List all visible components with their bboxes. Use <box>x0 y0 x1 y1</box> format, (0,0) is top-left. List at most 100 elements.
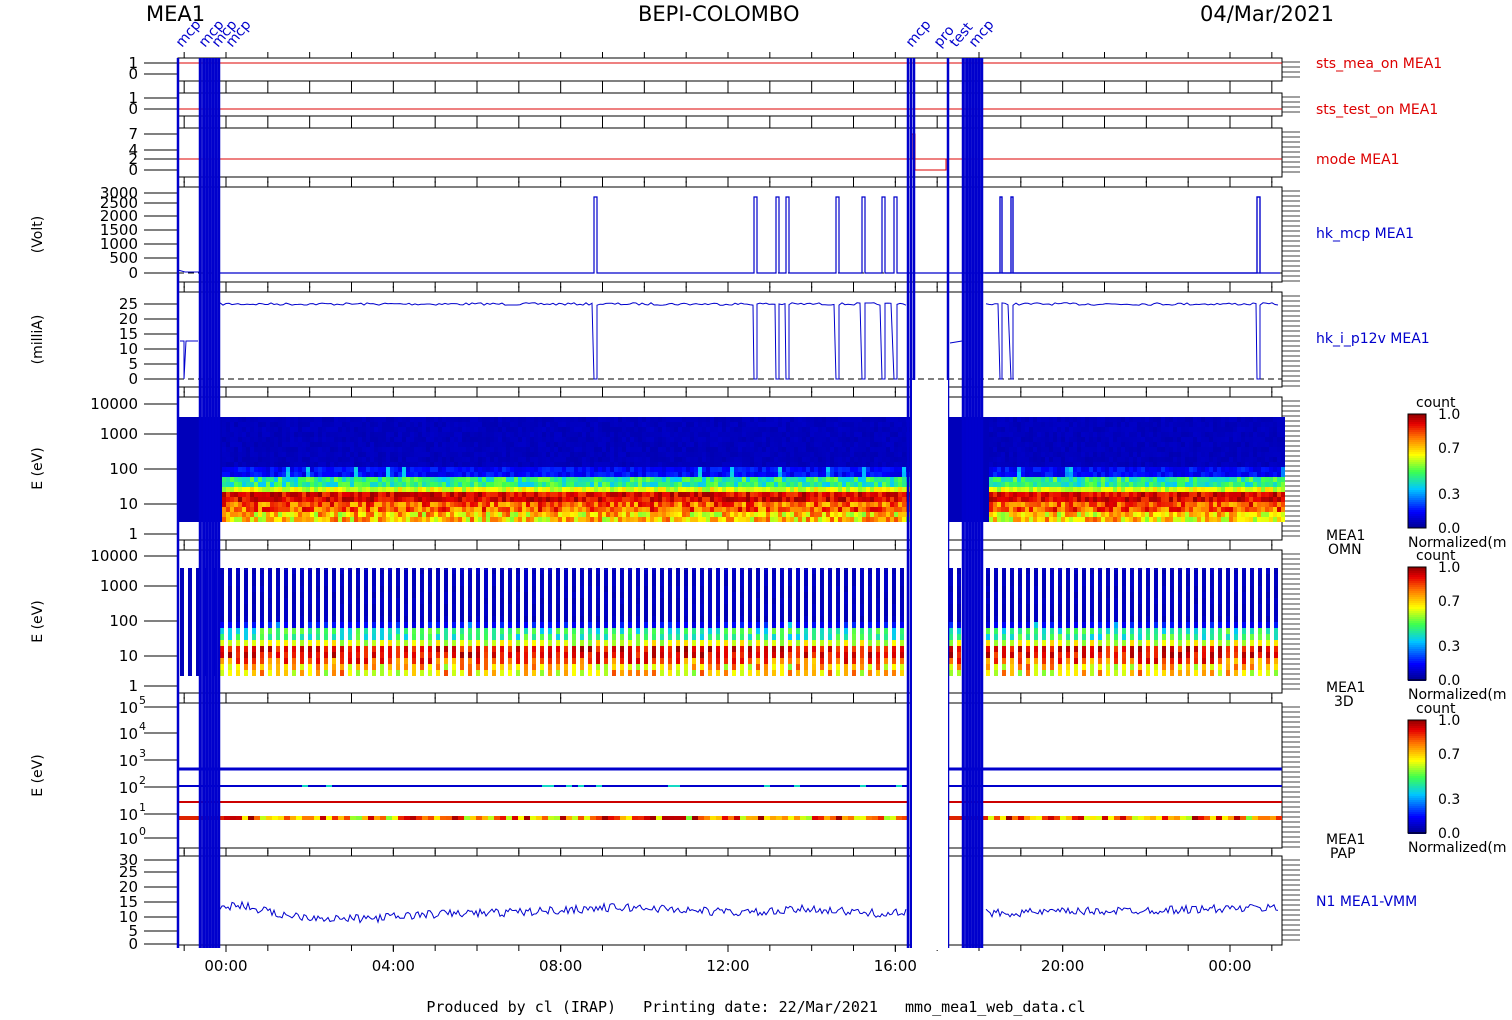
omn-cell <box>406 457 410 462</box>
omn-cell <box>1009 467 1013 472</box>
omn-cell <box>686 417 690 422</box>
omn-cell <box>190 497 194 502</box>
omn-cell <box>614 432 618 437</box>
omn-cell <box>250 502 254 507</box>
omn-cell <box>378 477 382 482</box>
omn-cell <box>410 477 414 482</box>
omn-cell <box>838 482 842 487</box>
omn-cell <box>478 447 482 452</box>
omn-cell <box>594 452 598 457</box>
panel-frame <box>177 702 1283 849</box>
omn-cell <box>818 507 822 512</box>
omn-cell <box>694 447 698 452</box>
omn-cell <box>610 487 614 492</box>
omn-cell <box>894 502 898 507</box>
omn-cell <box>366 452 370 457</box>
omn-cell <box>778 467 782 472</box>
omn-cell <box>366 497 370 502</box>
omn-cell <box>422 472 426 477</box>
omn-cell <box>310 502 314 507</box>
omn-cell <box>418 437 422 442</box>
omn-cell <box>666 417 670 422</box>
omn-cell <box>498 482 502 487</box>
omn-cell <box>254 507 258 512</box>
omn-cell <box>310 517 314 522</box>
omn-cell <box>949 442 953 447</box>
omn-cell <box>734 457 738 462</box>
omn-cell <box>246 442 250 447</box>
omn-cell <box>993 457 997 462</box>
omn-cell <box>474 487 478 492</box>
omn-cell <box>314 467 318 472</box>
omn-cell <box>314 452 318 457</box>
omn-cell <box>862 462 866 467</box>
omn-cell <box>738 437 742 442</box>
omn-cell <box>957 482 961 487</box>
omn-cell <box>494 427 498 432</box>
omn-cell <box>598 512 602 517</box>
omn-cell <box>446 462 450 467</box>
omn-cell <box>394 502 398 507</box>
omn-cell <box>470 462 474 467</box>
omn-cell <box>402 517 406 522</box>
omn-cell <box>290 477 294 482</box>
omn-cell <box>306 512 310 517</box>
omn-cell <box>842 512 846 517</box>
omn-cell <box>430 457 434 462</box>
omn-cell <box>902 517 906 522</box>
omn-cell <box>834 502 838 507</box>
omn-cell <box>250 422 254 427</box>
omn-cell <box>638 432 642 437</box>
omn-cell <box>670 487 674 492</box>
omn-cell <box>730 457 734 462</box>
omn-cell <box>710 517 714 522</box>
omn-cell <box>530 467 534 472</box>
omn-cell <box>230 502 234 507</box>
omn-cell <box>182 517 186 522</box>
omn-cell <box>822 502 826 507</box>
omn-cell <box>650 517 654 522</box>
omn-cell <box>342 442 346 447</box>
omn-cell <box>302 447 306 452</box>
omn-cell <box>542 492 546 497</box>
omn-cell <box>662 447 666 452</box>
omn-cell <box>262 517 266 522</box>
omn-cell <box>182 432 186 437</box>
omn-cell <box>550 487 554 492</box>
omn-cell <box>834 472 838 477</box>
omn-cell <box>362 492 366 497</box>
ytick-exponent: 5 <box>139 694 146 707</box>
omn-cell <box>634 447 638 452</box>
omn-cell <box>662 517 666 522</box>
omn-cell <box>810 427 814 432</box>
omn-cell <box>402 502 406 507</box>
omn-cell <box>366 432 370 437</box>
omn-cell <box>806 427 810 432</box>
omn-cell <box>514 487 518 492</box>
omn-cell <box>770 462 774 467</box>
omn-cell <box>674 492 678 497</box>
omn-cell <box>282 502 286 507</box>
omn-cell <box>322 447 326 452</box>
omn-cell <box>742 517 746 522</box>
omn-cell <box>422 457 426 462</box>
omn-cell <box>442 457 446 462</box>
omn-cell <box>638 492 642 497</box>
omn-cell <box>562 417 566 422</box>
omn-cell <box>194 432 198 437</box>
omn-cell <box>626 482 630 487</box>
omn-cell <box>842 432 846 437</box>
omn-cell <box>314 472 318 477</box>
omn-cell <box>414 457 418 462</box>
omn-cell <box>1001 422 1005 427</box>
omn-cell <box>490 467 494 472</box>
omn-cell <box>686 457 690 462</box>
omn-cell <box>494 457 498 462</box>
omn-cell <box>438 457 442 462</box>
omn-cell <box>1009 462 1013 467</box>
omn-cell <box>578 437 582 442</box>
omn-cell <box>246 467 250 472</box>
omn-cell <box>953 467 957 472</box>
panel-ylabel: E (eV) <box>30 447 46 489</box>
omn-cell <box>554 472 558 477</box>
